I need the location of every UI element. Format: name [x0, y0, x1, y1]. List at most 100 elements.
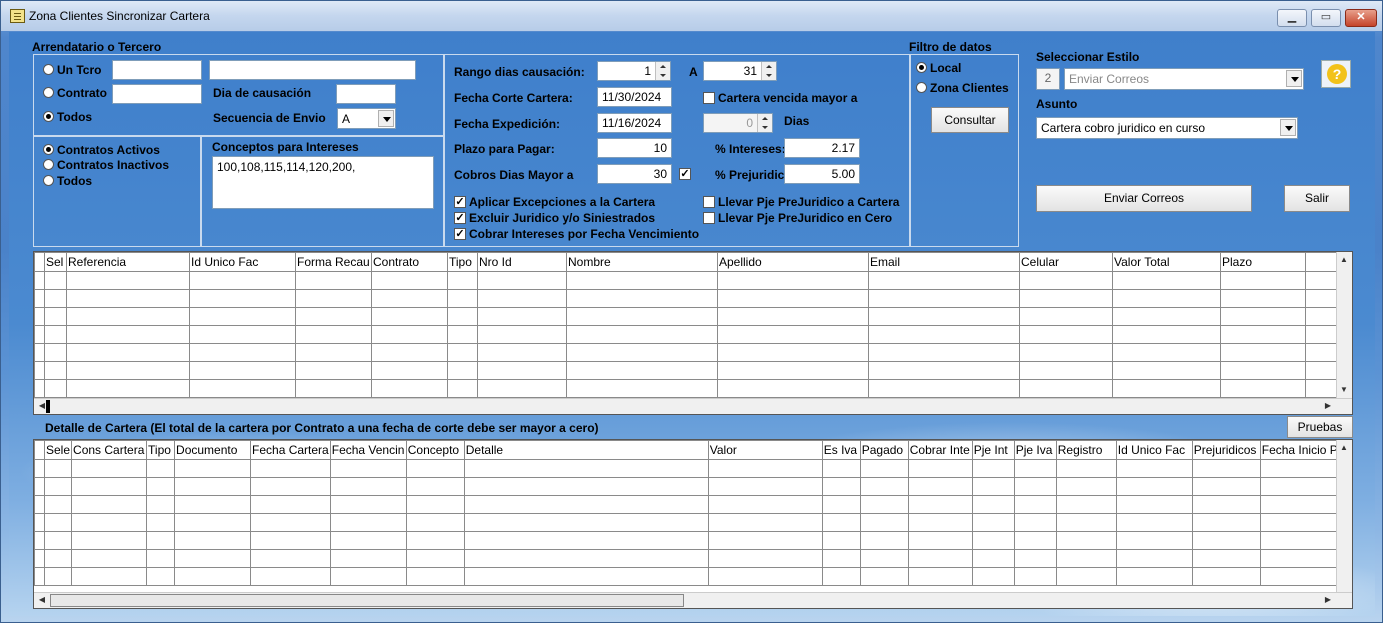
table-row[interactable] [34, 307, 1346, 326]
table-cell[interactable] [329, 531, 407, 550]
dias-spinner[interactable] [757, 114, 772, 132]
table-cell[interactable] [44, 325, 67, 344]
grid1-column-header[interactable]: Celular [1019, 252, 1113, 272]
grid1-column-header[interactable]: Nombre [566, 252, 718, 272]
table-cell[interactable] [174, 513, 252, 532]
minimize-button[interactable]: ▁ [1277, 9, 1307, 27]
table-cell[interactable] [34, 379, 45, 398]
table-cell[interactable] [447, 343, 478, 362]
table-cell[interactable] [174, 477, 252, 496]
table-cell[interactable] [405, 567, 465, 586]
table-row[interactable] [34, 459, 1347, 478]
table-cell[interactable] [371, 271, 448, 290]
table-cell[interactable] [859, 513, 909, 532]
scroll-thumb[interactable] [46, 400, 50, 413]
table-cell[interactable] [907, 477, 973, 496]
table-cell[interactable] [71, 477, 148, 496]
table-cell[interactable] [1013, 495, 1057, 514]
rango-from-input[interactable]: 1 [597, 61, 671, 81]
table-cell[interactable] [1191, 477, 1261, 496]
table-cell[interactable] [34, 271, 45, 290]
table-cell[interactable] [707, 495, 823, 514]
table-cell[interactable] [1055, 495, 1117, 514]
table-cell[interactable] [146, 531, 176, 550]
table-cell[interactable] [447, 307, 478, 326]
table-cell[interactable] [868, 307, 1020, 326]
table-cell[interactable] [43, 477, 73, 496]
table-cell[interactable] [71, 513, 148, 532]
table-cell[interactable] [189, 379, 296, 398]
estilo-select[interactable]: Enviar Correos [1064, 68, 1304, 90]
table-cell[interactable] [1220, 361, 1306, 380]
table-cell[interactable] [859, 495, 909, 514]
grid2-column-header[interactable]: Tipo [146, 440, 176, 460]
table-cell[interactable] [371, 361, 448, 380]
table-cell[interactable] [43, 549, 73, 568]
table-cell[interactable] [566, 379, 718, 398]
consultar-button[interactable]: Consultar [931, 107, 1009, 133]
table-cell[interactable] [447, 325, 478, 344]
table-cell[interactable] [66, 379, 190, 398]
table-cell[interactable] [907, 531, 973, 550]
table-cell[interactable] [859, 567, 909, 586]
salir-button[interactable]: Salir [1284, 185, 1350, 212]
table-cell[interactable] [1220, 379, 1306, 398]
table-row[interactable] [34, 549, 1347, 568]
table-cell[interactable] [447, 361, 478, 380]
table-cell[interactable] [1191, 495, 1261, 514]
table-cell[interactable] [34, 549, 45, 568]
rango-from-spinner[interactable] [655, 62, 670, 80]
table-cell[interactable] [463, 549, 709, 568]
table-cell[interactable] [821, 495, 861, 514]
table-cell[interactable] [66, 343, 190, 362]
table-cell[interactable] [43, 495, 73, 514]
grid2-column-header[interactable]: Registro [1055, 440, 1117, 460]
table-cell[interactable] [859, 459, 909, 478]
table-cell[interactable] [717, 307, 869, 326]
table-cell[interactable] [566, 343, 718, 362]
table-cell[interactable] [66, 307, 190, 326]
scroll-up-icon[interactable]: ▲ [1337, 441, 1351, 455]
table-cell[interactable] [405, 495, 465, 514]
table-cell[interactable] [34, 343, 45, 362]
cartera-hscrollbar[interactable]: ◀ ▶ [34, 398, 1352, 414]
table-row[interactable] [34, 271, 1346, 290]
table-cell[interactable] [1013, 567, 1057, 586]
table-cell[interactable] [1055, 459, 1117, 478]
table-cell[interactable] [821, 549, 861, 568]
table-cell[interactable] [859, 531, 909, 550]
table-cell[interactable] [821, 459, 861, 478]
enviar-correos-button[interactable]: Enviar Correos [1036, 185, 1252, 212]
table-cell[interactable] [463, 477, 709, 496]
chevron-down-icon[interactable] [1280, 119, 1296, 136]
table-cell[interactable] [1055, 513, 1117, 532]
table-cell[interactable] [405, 549, 465, 568]
scroll-down-icon[interactable]: ▼ [1337, 383, 1351, 397]
table-cell[interactable] [405, 531, 465, 550]
table-cell[interactable] [1259, 495, 1347, 514]
table-cell[interactable] [868, 325, 1020, 344]
table-cell[interactable] [34, 513, 45, 532]
table-cell[interactable] [174, 459, 252, 478]
grid1-column-header[interactable]: Sel [44, 252, 67, 272]
grid1-column-header[interactable]: Id Unico Fac [189, 252, 296, 272]
table-cell[interactable] [1019, 271, 1113, 290]
table-cell[interactable] [329, 549, 407, 568]
secuencia-select[interactable]: A [337, 108, 396, 129]
table-cell[interactable] [566, 271, 718, 290]
table-cell[interactable] [146, 459, 176, 478]
table-cell[interactable] [34, 531, 45, 550]
table-cell[interactable] [405, 477, 465, 496]
table-cell[interactable] [971, 495, 1015, 514]
table-cell[interactable] [174, 495, 252, 514]
table-cell[interactable] [189, 343, 296, 362]
table-cell[interactable] [707, 567, 823, 586]
table-row[interactable] [34, 343, 1346, 362]
dias-input[interactable]: 0 [703, 113, 773, 133]
table-cell[interactable] [707, 459, 823, 478]
table-cell[interactable] [71, 567, 148, 586]
radio-contratos-activos[interactable] [43, 144, 54, 155]
chevron-down-icon[interactable] [1286, 70, 1302, 87]
table-cell[interactable] [1055, 477, 1117, 496]
table-cell[interactable] [1055, 531, 1117, 550]
